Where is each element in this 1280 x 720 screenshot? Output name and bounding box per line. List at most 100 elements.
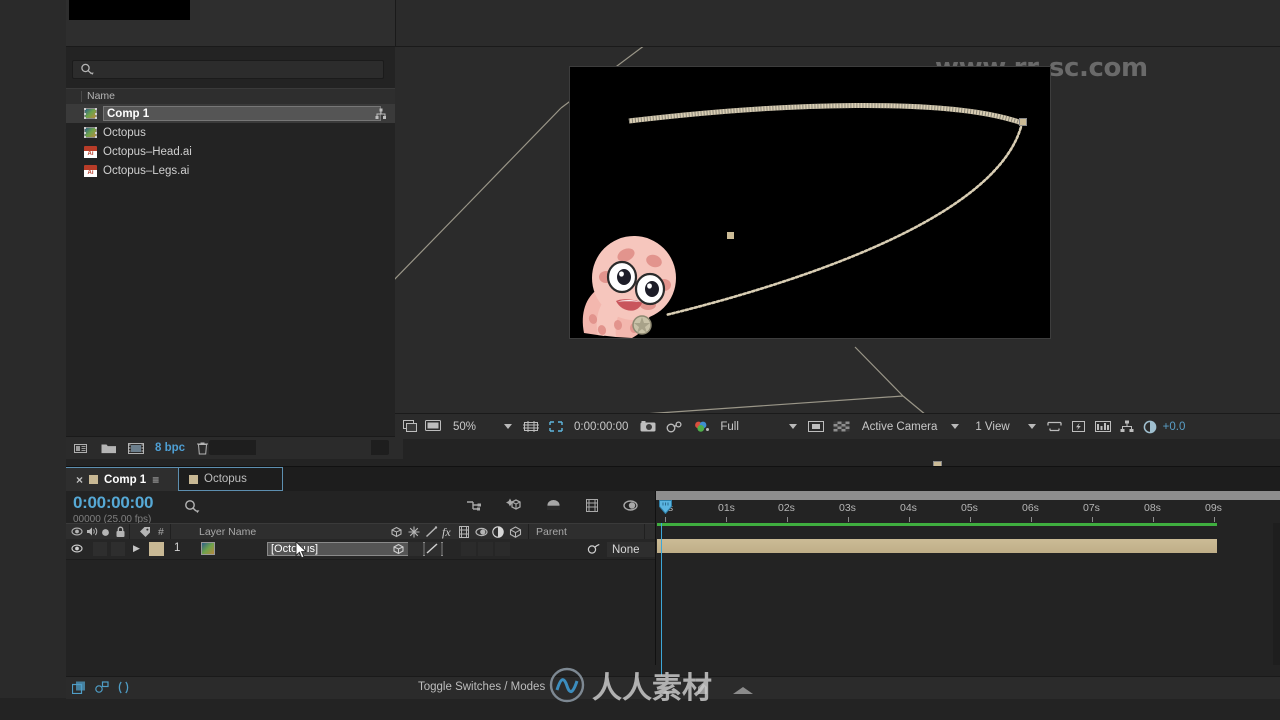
new-folder-icon[interactable] xyxy=(101,442,117,455)
solo-icon[interactable] xyxy=(101,528,110,537)
project-item-octopus-legs[interactable]: Octopus–Legs.ai xyxy=(66,161,395,180)
zoom-out-icon[interactable] xyxy=(658,687,674,695)
layer-motion-blur-switch[interactable] xyxy=(478,542,493,556)
layer-adjustment-switch[interactable] xyxy=(495,542,510,556)
resolution-value[interactable]: Full xyxy=(720,421,739,433)
magnification-dropdown-icon[interactable] xyxy=(504,424,513,429)
timeline-icon[interactable] xyxy=(1094,420,1111,433)
layer-collapse-switch[interactable] xyxy=(408,542,423,556)
view-layout-dropdown-icon[interactable] xyxy=(1027,424,1036,429)
audio-icon[interactable] xyxy=(86,526,98,537)
region-of-interest-icon[interactable] xyxy=(548,420,564,433)
keyframe-handle[interactable] xyxy=(1019,118,1027,126)
live-update-icon[interactable] xyxy=(466,498,483,513)
color-depth-label[interactable]: 8 bpc xyxy=(155,442,185,454)
collapse-transformations-icon[interactable] xyxy=(408,526,420,538)
layer-duration-bar[interactable] xyxy=(657,539,1217,553)
frame-blending-icon[interactable] xyxy=(584,498,600,513)
layer-video-toggle[interactable] xyxy=(71,543,83,554)
comp-flowchart-icon[interactable] xyxy=(1120,420,1134,433)
frame-blend-icon[interactable] xyxy=(458,526,470,538)
layer-audio-toggle[interactable] xyxy=(93,542,107,556)
timeline-vertical-scrollbar[interactable] xyxy=(1273,523,1280,665)
pixel-aspect-ratio-correction-icon[interactable] xyxy=(1047,420,1062,433)
composition-stage[interactable] xyxy=(569,66,1051,339)
work-area-bar[interactable] xyxy=(656,491,1280,500)
timeline-panel: × Comp 1 ≡ Octopus 0:00:00:00 00000 (25.… xyxy=(66,466,1280,699)
draft-3d-icon[interactable] xyxy=(505,497,523,513)
project-search-field[interactable] xyxy=(72,60,384,79)
toggle-switches-modes-button[interactable]: Toggle Switches / Modes xyxy=(418,681,545,693)
magnification-value[interactable]: 50% xyxy=(453,421,476,433)
tab-comp-1[interactable]: × Comp 1 ≡ xyxy=(66,467,178,491)
always-preview-this-view-icon[interactable] xyxy=(403,420,418,433)
frame-blend-icon[interactable] xyxy=(118,681,129,694)
resolution-dropdown-icon[interactable] xyxy=(788,424,797,429)
ruler-label: 02s xyxy=(778,502,795,514)
time-ruler[interactable]: 0s 01s 02s 03s 04s 05s 06s 07s 08s 09s xyxy=(655,491,1280,523)
layer-solo-toggle[interactable] xyxy=(111,542,125,556)
project-item-octopus-head[interactable]: Octopus–Head.ai xyxy=(66,142,395,161)
camera-view-dropdown-icon[interactable] xyxy=(951,424,960,429)
column-header-layer-name[interactable]: Layer Name xyxy=(199,526,256,538)
tab-octopus[interactable]: Octopus xyxy=(178,467,283,491)
panel-menu-icon[interactable]: ≡ xyxy=(152,473,159,487)
show-snapshot-icon[interactable] xyxy=(666,420,683,433)
layer-frame-blend-switch[interactable] xyxy=(461,542,476,556)
fast-previews-icon[interactable] xyxy=(1071,420,1086,433)
layer-row[interactable]: ▶ 1 [Octopus] None xyxy=(66,539,704,560)
tab-label: Octopus xyxy=(204,473,247,485)
parent-pickwhip-icon[interactable] xyxy=(587,543,600,555)
hide-shy-layers-icon[interactable] xyxy=(545,498,562,513)
column-header-name[interactable]: Name xyxy=(87,90,115,102)
take-snapshot-icon[interactable] xyxy=(640,420,656,433)
adjustment-layer-icon[interactable] xyxy=(492,526,504,538)
reset-exposure-icon[interactable] xyxy=(1143,420,1157,434)
view-layout-value[interactable]: 1 View xyxy=(975,421,1009,433)
motion-blur-icon[interactable] xyxy=(622,498,639,513)
timeline-search-icon[interactable] xyxy=(184,499,200,517)
current-time-display[interactable]: 0:00:00:00 xyxy=(73,493,153,513)
layer-3d-switch[interactable] xyxy=(392,543,405,555)
show-channel-icon[interactable] xyxy=(693,420,710,433)
3d-icon[interactable] xyxy=(509,526,522,538)
column-header-number[interactable]: # xyxy=(158,526,164,538)
delete-icon[interactable] xyxy=(196,441,209,455)
comp-mini-flowchart-icon[interactable] xyxy=(95,681,109,694)
quality-icon[interactable] xyxy=(425,526,438,538)
choose-grid-and-guide-icon[interactable] xyxy=(523,420,540,433)
project-item-comp-1[interactable]: Comp 1 xyxy=(66,104,395,123)
exposure-value[interactable]: +0.0 xyxy=(1163,421,1186,433)
zoom-in-icon[interactable] xyxy=(731,686,755,695)
main-view-icon[interactable] xyxy=(425,420,441,433)
layer-quality-switch[interactable] xyxy=(425,542,441,556)
column-header-parent[interactable]: Parent xyxy=(536,526,567,538)
lock-icon[interactable] xyxy=(115,526,126,538)
effects-icon[interactable]: fx xyxy=(442,525,451,540)
interpret-footage-icon[interactable] xyxy=(74,442,90,455)
label-color-icon[interactable] xyxy=(139,526,151,537)
comp-settings-icon[interactable] xyxy=(375,108,387,123)
motion-blur-icon[interactable] xyxy=(475,526,488,538)
new-composition-icon[interactable] xyxy=(128,442,144,455)
octopus-character[interactable] xyxy=(576,233,716,338)
current-time-indicator[interactable] xyxy=(659,500,672,517)
3d-layer-icon[interactable] xyxy=(390,526,403,538)
layer-label-color[interactable] xyxy=(149,542,164,556)
layer-effects-switch[interactable] xyxy=(443,542,459,556)
composition-icon xyxy=(84,108,97,119)
video-icon[interactable] xyxy=(71,526,83,537)
composition-icon xyxy=(84,127,97,138)
toggle-mask-icon[interactable] xyxy=(833,420,850,433)
camera-view-value[interactable]: Active Camera xyxy=(862,421,937,433)
comp-timecode[interactable]: 0:00:00:00 xyxy=(574,421,628,433)
timeline-track-area[interactable] xyxy=(655,523,1280,697)
project-item-octopus[interactable]: Octopus xyxy=(66,123,395,142)
toggle-transparency-grid-icon[interactable] xyxy=(807,420,824,433)
layer-expand-triangle-icon[interactable]: ▶ xyxy=(133,543,140,554)
anchor-point-marker[interactable] xyxy=(727,232,734,239)
close-icon[interactable]: × xyxy=(76,473,83,487)
layer-index: 1 xyxy=(174,542,181,554)
render-queue-icon[interactable] xyxy=(71,681,86,695)
zoom-slider-icon[interactable] xyxy=(696,682,709,695)
